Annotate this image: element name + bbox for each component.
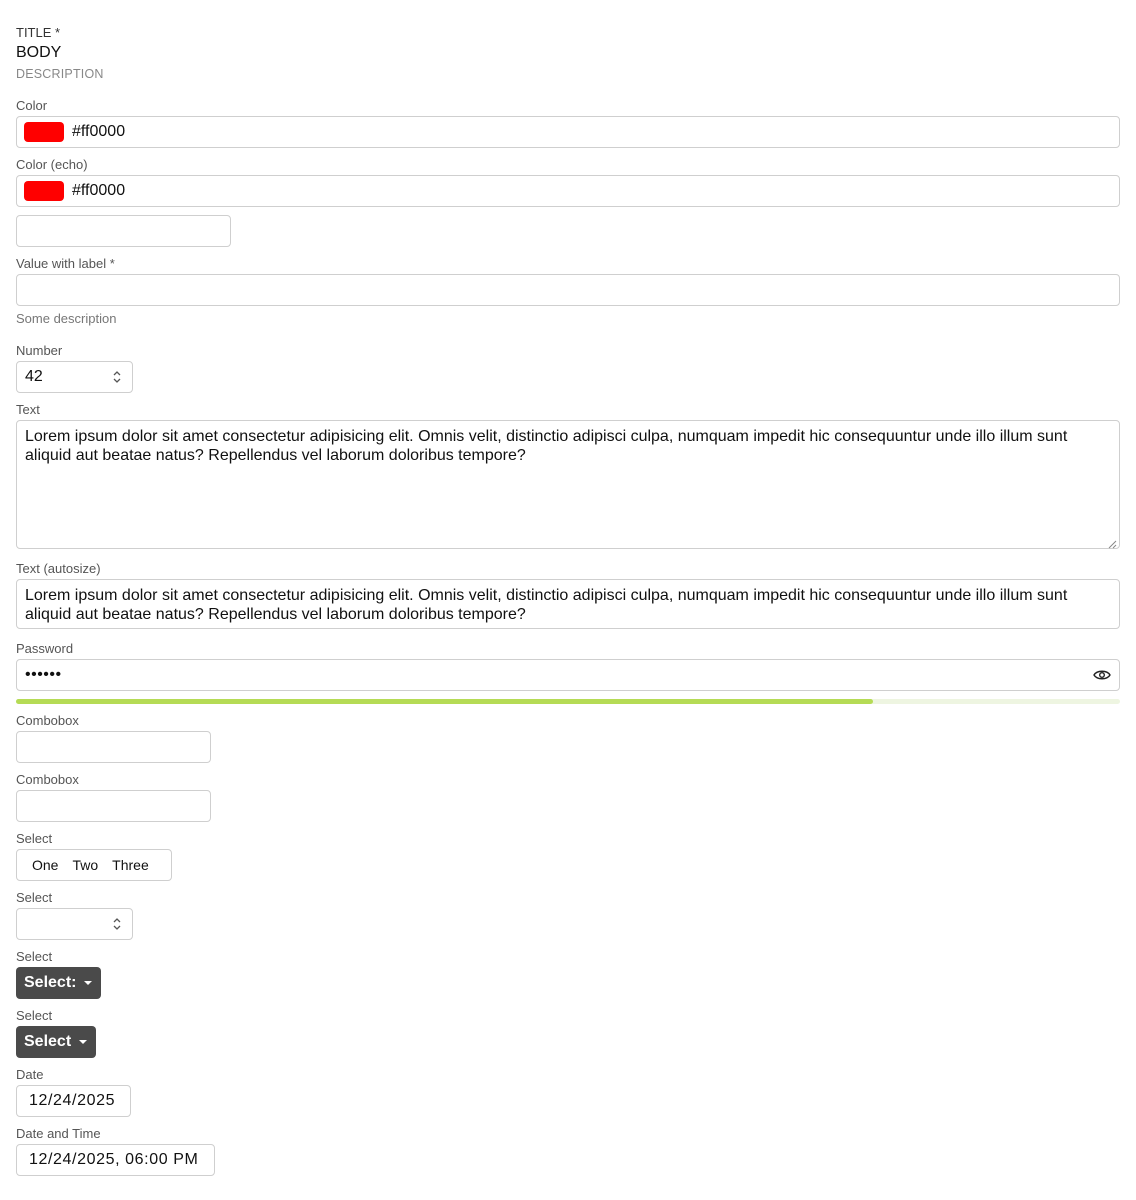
password-input[interactable]: •••••• bbox=[16, 659, 1120, 691]
select-native[interactable] bbox=[16, 908, 133, 940]
datetime-value: 12/24/2025, 06:00 PM bbox=[29, 1151, 199, 1168]
caret-down-icon bbox=[84, 981, 93, 985]
select-segmented[interactable]: One Two Three bbox=[16, 849, 172, 881]
combobox-2-label: Combobox bbox=[16, 772, 79, 787]
select-dropdown-2-label: Select bbox=[16, 1008, 53, 1023]
value-with-label-description: Some description bbox=[16, 311, 117, 326]
form-description: DESCRIPTION bbox=[16, 67, 104, 81]
combobox-2-input[interactable] bbox=[16, 790, 211, 822]
select-dropdown-1-label: Select bbox=[16, 949, 53, 964]
segment-option-one[interactable]: One bbox=[25, 857, 65, 873]
form-body: BODY bbox=[16, 44, 62, 61]
password-label: Password bbox=[16, 641, 74, 656]
combobox-1-input[interactable] bbox=[16, 731, 211, 763]
datetime-label: Date and Time bbox=[16, 1126, 101, 1141]
color-echo-swatch[interactable] bbox=[24, 181, 64, 201]
unlabeled-input[interactable] bbox=[16, 215, 231, 247]
date-input[interactable]: 12/24/2025 bbox=[16, 1085, 131, 1117]
eye-icon[interactable] bbox=[1093, 668, 1111, 682]
date-label: Date bbox=[16, 1067, 44, 1082]
text-value: Lorem ipsum dolor sit amet consectetur a… bbox=[25, 428, 1068, 464]
form-page: TITLE * BODY DESCRIPTION Color #ff0000 C… bbox=[0, 0, 1136, 1200]
password-strength-fill bbox=[16, 699, 873, 704]
color-echo-value: #ff0000 bbox=[72, 182, 126, 199]
resize-grip-icon[interactable] bbox=[1107, 536, 1117, 549]
number-value: 42 bbox=[25, 368, 43, 385]
number-stepper-icon[interactable] bbox=[112, 369, 122, 385]
text-autosize-label: Text (autosize) bbox=[16, 561, 101, 576]
value-with-label-input[interactable] bbox=[16, 274, 1120, 306]
color-label: Color bbox=[16, 98, 48, 113]
value-with-label-label: Value with label * bbox=[16, 256, 115, 271]
color-value: #ff0000 bbox=[72, 123, 126, 140]
number-input[interactable]: 42 bbox=[16, 361, 133, 393]
caret-down-icon bbox=[79, 1040, 88, 1044]
color-swatch[interactable] bbox=[24, 122, 64, 142]
password-value: •••••• bbox=[25, 666, 62, 683]
select-dropdown-1-text: Select: bbox=[24, 974, 77, 991]
select-dropdown-2-button[interactable]: Select bbox=[16, 1026, 96, 1058]
text-textarea[interactable]: Lorem ipsum dolor sit amet consectetur a… bbox=[16, 420, 1120, 549]
color-echo-input[interactable]: #ff0000 bbox=[16, 175, 1120, 207]
number-label: Number bbox=[16, 343, 63, 358]
select-dropdown-2-text: Select bbox=[24, 1033, 72, 1050]
select-stepper-icon bbox=[112, 916, 122, 932]
combobox-1-label: Combobox bbox=[16, 713, 79, 728]
password-strength-meter bbox=[16, 699, 1120, 704]
text-label: Text bbox=[16, 402, 40, 417]
select-native-label: Select bbox=[16, 890, 53, 905]
segment-option-two[interactable]: Two bbox=[65, 857, 105, 873]
datetime-input[interactable]: 12/24/2025, 06:00 PM bbox=[16, 1144, 215, 1176]
date-value: 12/24/2025 bbox=[29, 1092, 116, 1109]
segment-option-three[interactable]: Three bbox=[105, 857, 156, 873]
color-echo-label: Color (echo) bbox=[16, 157, 88, 172]
text-autosize-value: Lorem ipsum dolor sit amet consectetur a… bbox=[25, 587, 1068, 623]
text-autosize-textarea[interactable]: Lorem ipsum dolor sit amet consectetur a… bbox=[16, 579, 1120, 629]
select-dropdown-1-button[interactable]: Select: bbox=[16, 967, 101, 999]
form-title: TITLE * bbox=[16, 25, 61, 40]
select-segmented-label: Select bbox=[16, 831, 53, 846]
color-input[interactable]: #ff0000 bbox=[16, 116, 1120, 148]
